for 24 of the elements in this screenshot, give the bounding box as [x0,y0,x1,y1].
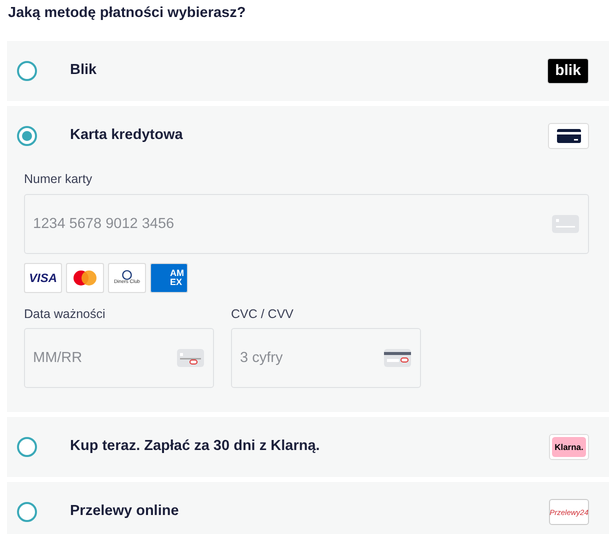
question-heading: Jaką metodę płatności wybierasz? [7,4,247,23]
amex-logo: AM EX [150,262,188,292]
option-label[interactable]: Kup teraz. Zapłać za 30 dni z Klarną. [70,436,549,458]
radio-button[interactable] [17,437,37,458]
card-icon [177,349,204,368]
blik-logo: blik [547,58,589,84]
option-label[interactable]: Blik [70,60,547,82]
klarna-logo: Klarna. [549,434,589,460]
input-field[interactable]: MM/RR [24,328,214,388]
card-icon [548,122,589,149]
card-icon [384,349,411,368]
radio-button[interactable] [17,126,37,146]
field-label: Numer karty [24,170,94,188]
option-label[interactable]: Przelewy online [70,501,549,524]
field-label: Data ważności [24,306,106,322]
card-icon [552,214,579,232]
mastercard-icon [66,262,104,292]
visa-logo: VISA [24,262,62,292]
radio-button[interactable] [17,60,37,81]
radio-button[interactable] [17,502,37,522]
input-field[interactable]: 3 cyfry [231,328,421,388]
field-label: CVC / CVV [231,306,295,322]
input-field[interactable]: 1234 5678 9012 3456 [24,194,589,254]
option-label[interactable]: Karta kredytowa [70,124,548,147]
